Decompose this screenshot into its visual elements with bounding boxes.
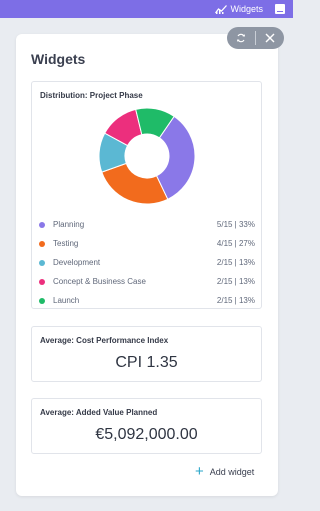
close-icon xyxy=(265,33,275,43)
panel-controls xyxy=(227,27,284,49)
distribution-title: Distribution: Project Phase xyxy=(40,91,143,100)
legend-dot xyxy=(39,259,45,266)
chart-icon xyxy=(215,5,228,14)
minimize-icon[interactable] xyxy=(275,4,285,14)
refresh-button[interactable] xyxy=(227,27,255,49)
added-value-amount: €5,092,000.00 xyxy=(95,426,198,443)
legend-item: Testing 4/15 | 27% xyxy=(39,234,255,253)
add-widget-button[interactable]: + Add widget xyxy=(195,463,255,480)
legend-value: 2/15 | 13% xyxy=(216,258,255,267)
add-widget-label: Add widget xyxy=(209,467,255,477)
cpi-title: Average: Cost Performance Index xyxy=(40,336,169,345)
close-button[interactable] xyxy=(256,27,284,49)
donut-chart xyxy=(98,107,196,205)
legend-label: Development xyxy=(53,258,101,267)
plus-icon: + xyxy=(195,463,204,480)
distribution-legend: Planning 5/15 | 33% Testing 4/15 | 27% Devel… xyxy=(39,215,255,310)
legend-label: Planning xyxy=(53,220,85,229)
legend-dot xyxy=(39,278,45,285)
added-value-widget[interactable]: Average: Added Value Planned €5,092,000.… xyxy=(31,398,262,454)
legend-label: Concept & Business Case xyxy=(53,277,146,286)
legend-label: Testing xyxy=(53,239,79,248)
widgets-toggle-label[interactable]: Widgets xyxy=(230,4,263,14)
legend-value: 2/15 | 13% xyxy=(216,296,255,305)
top-bar: Widgets xyxy=(0,0,293,18)
distribution-widget[interactable]: Distribution: Project Phase Planning 5/15… xyxy=(31,81,262,309)
legend-dot xyxy=(39,221,45,228)
legend-item: Planning 5/15 | 33% xyxy=(39,215,255,234)
legend-dot xyxy=(39,297,45,304)
donut-slice[interactable] xyxy=(101,162,169,205)
cpi-widget[interactable]: Average: Cost Performance Index CPI 1.35 xyxy=(31,326,262,382)
cpi-value: CPI 1.35 xyxy=(115,354,178,371)
panel-title: Widgets xyxy=(31,51,86,67)
legend-value: 4/15 | 27% xyxy=(216,239,255,248)
legend-item: Development 2/15 | 13% xyxy=(39,253,255,272)
legend-label: Launch xyxy=(53,296,80,305)
legend-item: Concept & Business Case 2/15 | 13% xyxy=(39,272,255,291)
added-value-title: Average: Added Value Planned xyxy=(40,408,158,417)
refresh-icon xyxy=(236,33,246,43)
legend-dot xyxy=(39,240,45,247)
legend-value: 2/15 | 13% xyxy=(216,277,255,286)
legend-value: 5/15 | 33% xyxy=(216,220,255,229)
legend-item: Launch 2/15 | 13% xyxy=(39,291,255,310)
